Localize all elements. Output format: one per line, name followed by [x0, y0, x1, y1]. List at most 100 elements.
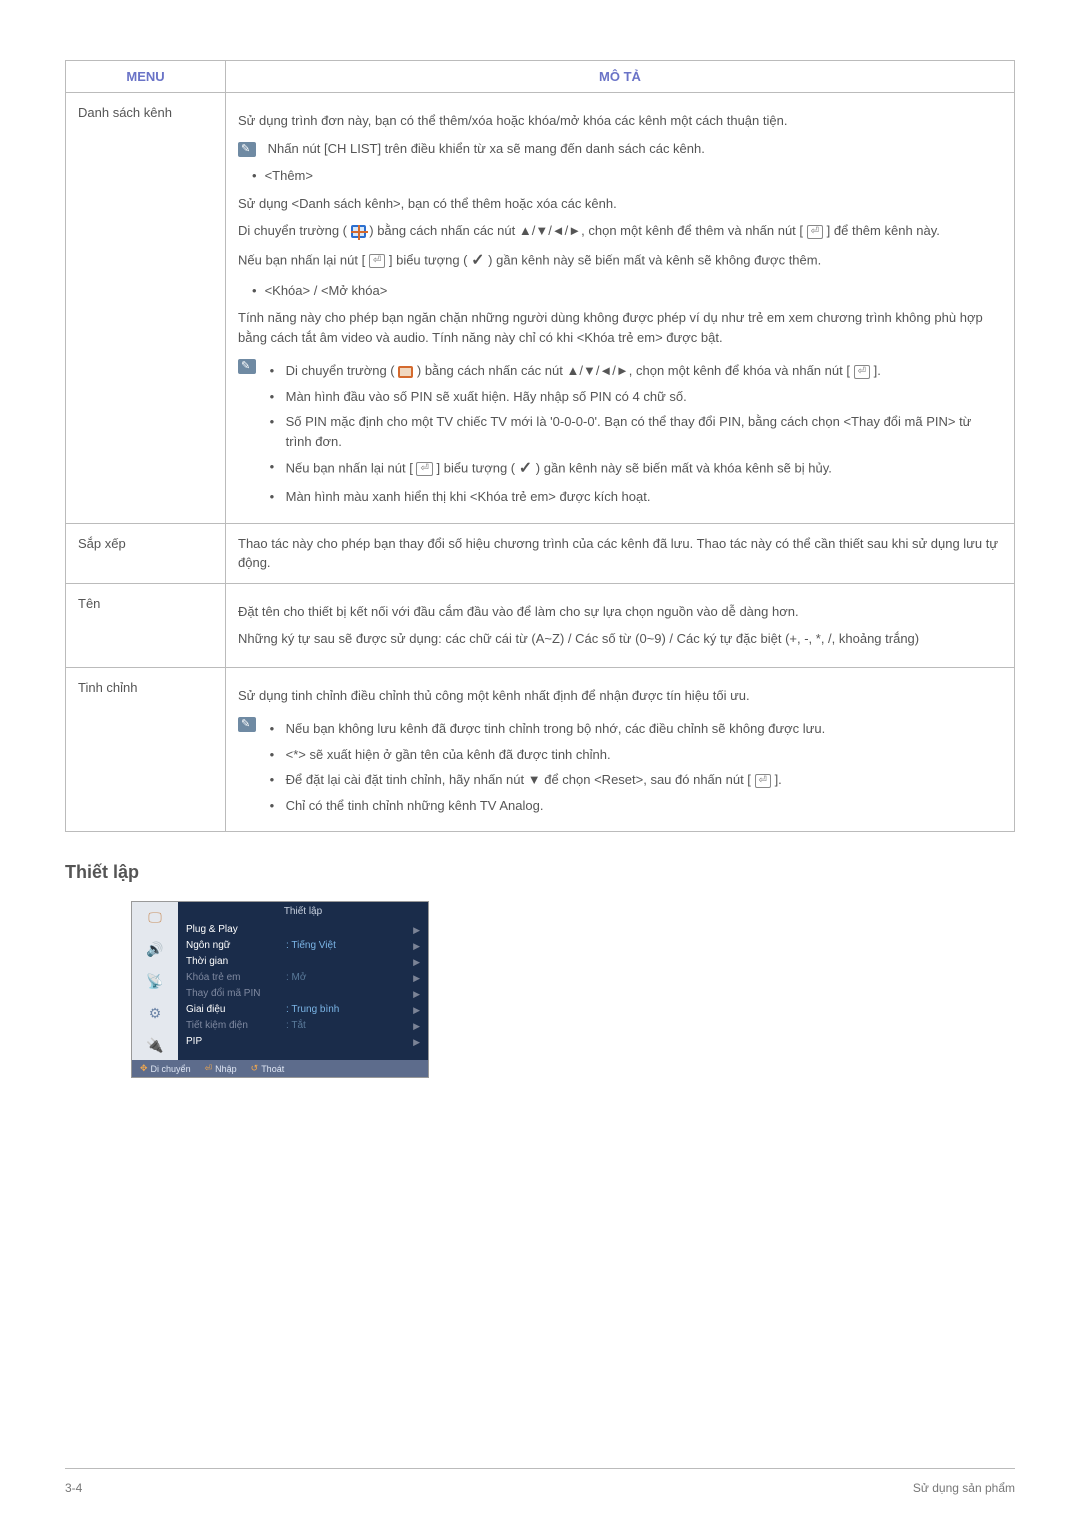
footer-label: Sử dụng sản phẩm — [913, 1481, 1015, 1495]
row-channel-list-menu: Danh sách kênh — [66, 93, 226, 524]
osd-item-label: Tiết kiệm điện — [186, 1018, 286, 1034]
osd-footer: ✥Di chuyển ⏎Nhập ↺Thoát — [132, 1060, 428, 1077]
note-item: Màn hình màu xanh hiển thị khi <Khóa trẻ… — [286, 487, 998, 507]
enter-icon: ⏎ — [755, 774, 771, 788]
row-channel-list-desc: Sử dụng trình đơn này, bạn có thể thêm/x… — [226, 93, 1015, 524]
note-item: Nếu bạn không lưu kênh đã được tinh chỉn… — [286, 719, 998, 739]
frag: Nếu bạn nhấn lại nút [ — [238, 252, 365, 267]
note-icon — [238, 359, 256, 374]
chevron-right-icon: ▶ — [376, 1018, 420, 1034]
text: Tính năng này cho phép bạn ngăn chặn nhữ… — [238, 308, 1002, 347]
note-item: Nếu bạn nhấn lại nút [ ⏎ ] biểu tượng ( … — [286, 457, 998, 481]
osd-item-val: : Tắt — [286, 1018, 376, 1034]
row-finetune-menu: Tinh chỉnh — [66, 667, 226, 832]
osd-item-label: Plug & Play — [186, 922, 286, 938]
osd-item-label: Khóa trẻ em — [186, 970, 286, 986]
enter-icon: ⏎ — [205, 1063, 213, 1074]
frag: Di chuyển trường ( — [286, 363, 395, 378]
note-item: <*> sẽ xuất hiện ở gần tên của kênh đã đ… — [286, 745, 998, 765]
picture-icon: 🖵 — [142, 906, 168, 928]
frag: ] biểu tượng ( — [389, 252, 468, 267]
chevron-right-icon: ▶ — [376, 970, 420, 986]
note-item: Di chuyển trường ( ) bằng cách nhấn các … — [286, 361, 998, 381]
gear-icon: ⚙ — [142, 1002, 168, 1024]
check-icon: ✓ — [519, 457, 532, 481]
chevron-right-icon: ▶ — [376, 938, 420, 954]
footer-move: Di chuyển — [151, 1064, 191, 1074]
frag: ) gần kênh này sẽ biến mất và kênh sẽ kh… — [488, 252, 821, 267]
check-icon: ✓ — [471, 249, 484, 273]
input-icon: 🔌 — [142, 1034, 168, 1056]
text: Sử dụng trình đơn này, bạn có thể thêm/x… — [238, 111, 1002, 131]
row-name-menu: Tên — [66, 583, 226, 667]
text: Di chuyển trường ( ) bằng cách nhấn các … — [238, 221, 1002, 241]
osd-item-val: : Mở — [286, 970, 376, 986]
note-item: Chỉ có thể tinh chỉnh những kênh TV Anal… — [286, 796, 998, 816]
osd-item-label: PIP — [186, 1034, 286, 1050]
menu-table: MENU MÔ TẢ Danh sách kênh Sử dụng trình … — [65, 60, 1015, 832]
frag: ) gần kênh này sẽ biến mất và khóa kênh … — [536, 460, 832, 475]
row-name-desc: Đặt tên cho thiết bị kết nối với đầu cắm… — [226, 583, 1015, 667]
text: Đặt tên cho thiết bị kết nối với đầu cắm… — [238, 602, 1002, 622]
th-desc: MÔ TẢ — [226, 61, 1015, 93]
osd-title: Thiết lập — [186, 906, 420, 920]
osd-item-val — [286, 1034, 376, 1050]
frag: ] để thêm kênh này. — [827, 223, 940, 238]
frag: ]. — [775, 772, 782, 787]
note-icon — [238, 142, 256, 157]
sound-icon: 🔊 — [142, 938, 168, 960]
row-sort-desc: Thao tác này cho phép bạn thay đổi số hi… — [226, 523, 1015, 583]
text: Những ký tự sau sẽ được sử dụng: các chữ… — [238, 629, 1002, 649]
section-title-setup: Thiết lập — [65, 862, 1015, 883]
frag: ) bằng cách nhấn các nút ▲/▼/◄/►, chọn m… — [417, 363, 850, 378]
frag: Để đặt lại cài đặt tinh chỉnh, hãy nhấn … — [286, 772, 751, 787]
bullet-lock: <Khóa> / <Mở khóa> — [252, 281, 1002, 301]
note-item: Để đặt lại cài đặt tinh chỉnh, hãy nhấn … — [286, 770, 998, 790]
osd-item-val — [286, 986, 376, 1002]
enter-icon: ⏎ — [416, 462, 432, 476]
osd-item-val: : Trung bình — [286, 1002, 376, 1018]
osd-item-label: Thay đổi mã PIN — [186, 986, 286, 1002]
move-icon: ✥ — [140, 1063, 148, 1074]
osd-item-val — [286, 922, 376, 938]
osd-item-val: : Tiếng Việt — [286, 938, 376, 954]
frag: Nếu bạn nhấn lại nút [ — [286, 460, 413, 475]
enter-icon: ⏎ — [369, 254, 385, 268]
channel-icon: 📡 — [142, 970, 168, 992]
frag: ]. — [874, 363, 881, 378]
footer-return: Thoát — [261, 1064, 284, 1074]
chevron-right-icon: ▶ — [376, 1002, 420, 1018]
row-finetune-desc: Sử dụng tinh chỉnh điều chỉnh thủ công m… — [226, 667, 1015, 832]
note-text: Nhấn nút [CH LIST] trên điều khiển từ xa… — [268, 141, 705, 156]
osd-item-label: Ngôn ngữ — [186, 938, 286, 954]
frag: Di chuyển trường ( — [238, 223, 347, 238]
note-icon — [238, 717, 256, 732]
note-item: Màn hình đầu vào số PIN sẽ xuất hiện. Hã… — [286, 387, 998, 407]
th-menu: MENU — [66, 61, 226, 93]
enter-icon: ⏎ — [807, 225, 823, 239]
osd-icon-column: 🖵 🔊 📡 ⚙ 🔌 — [132, 902, 178, 1060]
text: Sử dụng tinh chỉnh điều chỉnh thủ công m… — [238, 686, 1002, 706]
field-cursor-icon — [351, 225, 366, 238]
return-icon: ↺ — [251, 1063, 259, 1074]
chevron-right-icon: ▶ — [376, 954, 420, 970]
chevron-right-icon: ▶ — [376, 1034, 420, 1050]
footer-divider — [65, 1468, 1015, 1469]
text: Nếu bạn nhấn lại nút [ ⏎ ] biểu tượng ( … — [238, 249, 1002, 273]
page-number: 3-4 — [65, 1481, 82, 1495]
chevron-right-icon: ▶ — [376, 986, 420, 1002]
frag: ) bằng cách nhấn các nút ▲/▼/◄/►, chọn m… — [369, 223, 803, 238]
text: Sử dụng <Danh sách kênh>, bạn có thể thê… — [238, 194, 1002, 214]
osd-item-label: Giai điệu — [186, 1002, 286, 1018]
chevron-right-icon: ▶ — [376, 922, 420, 938]
row-sort-menu: Sắp xếp — [66, 523, 226, 583]
bullet-add: <Thêm> — [252, 166, 1002, 186]
frag: ] biểu tượng ( — [436, 460, 515, 475]
field-cursor-lock-icon — [398, 366, 413, 378]
footer-enter: Nhập — [215, 1064, 237, 1074]
osd-setup-panel: 🖵 🔊 📡 ⚙ 🔌 Thiết lập Plug & Play ▶ Ngôn ng… — [131, 901, 429, 1078]
note-item: Số PIN mặc định cho một TV chiếc TV mới … — [286, 412, 998, 451]
enter-icon: ⏎ — [854, 365, 870, 379]
osd-item-val — [286, 954, 376, 970]
osd-item-label: Thời gian — [186, 954, 286, 970]
